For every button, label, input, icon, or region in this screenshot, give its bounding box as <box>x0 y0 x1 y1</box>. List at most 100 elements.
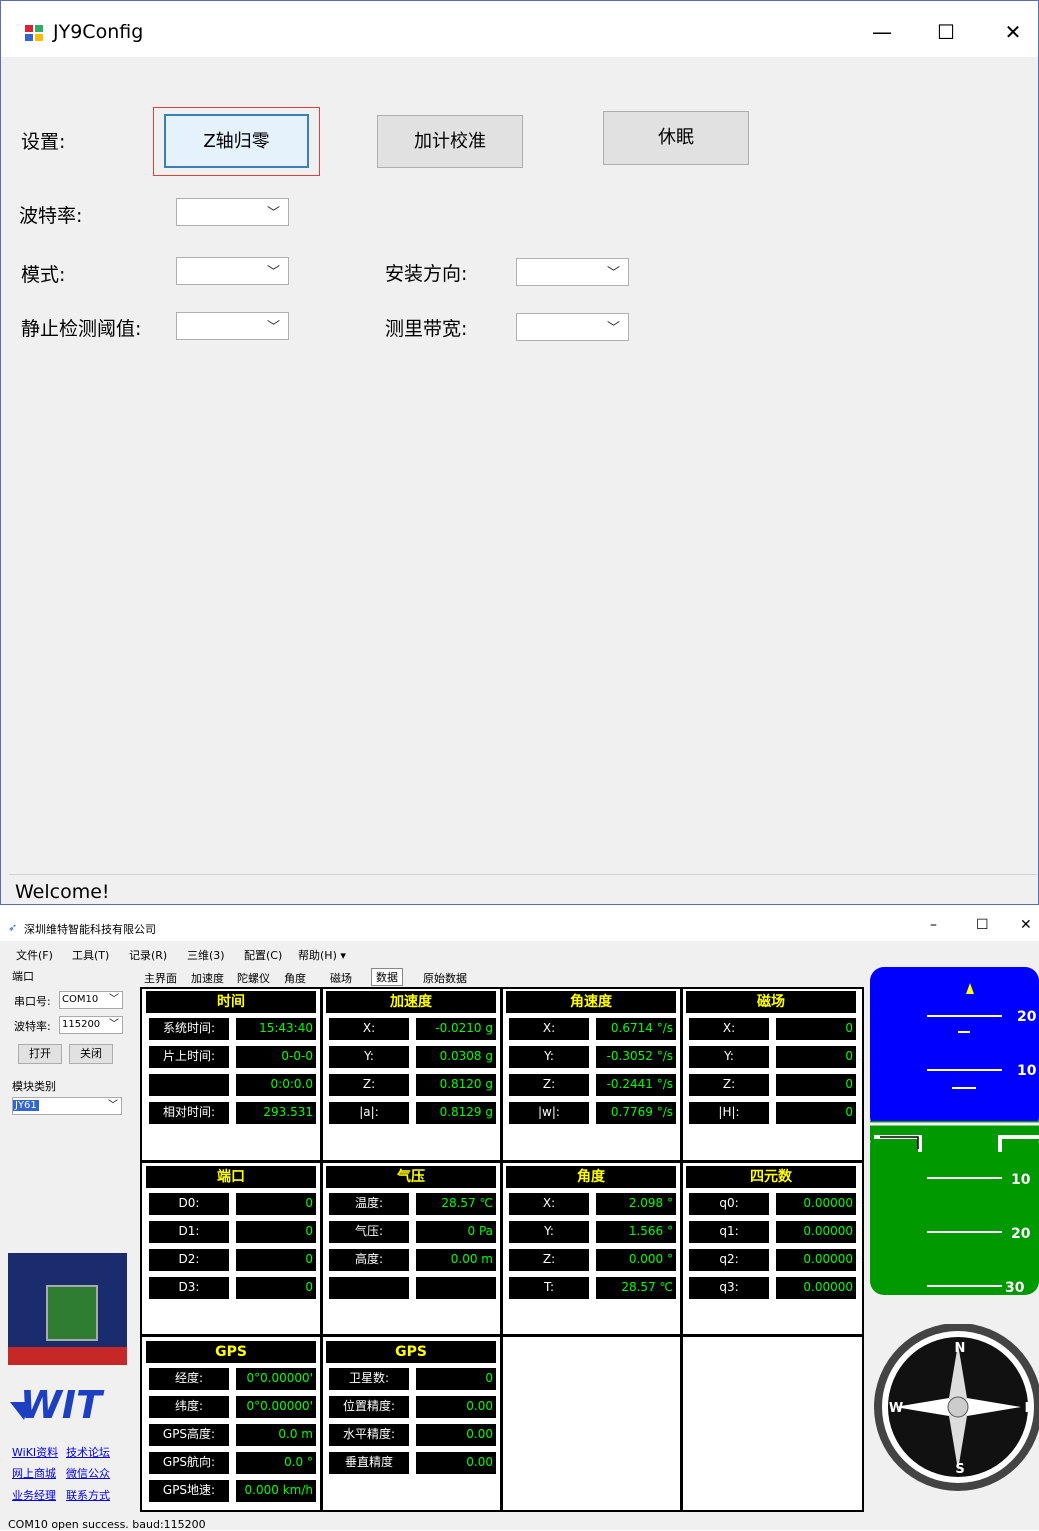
section-header-acc: 加速度 <box>326 991 496 1013</box>
field-label: Z: <box>689 1074 769 1096</box>
bandwidth-label: 测里带宽: <box>385 318 468 340</box>
field-value <box>416 1277 496 1299</box>
field-label: GPS地速: <box>149 1480 229 1502</box>
tab-gyro[interactable]: 陀螺仪 <box>237 970 270 986</box>
status-bar: COM10 open success. baud:115200 <box>8 1518 206 1531</box>
field-value: 0.8129 g <box>416 1102 496 1124</box>
tab-main[interactable]: 主界面 <box>144 970 177 986</box>
minimize-icon[interactable]: — <box>867 17 897 47</box>
field-value: 0 <box>776 1018 856 1040</box>
menu-help[interactable]: 帮助(H) ▾ <box>298 947 346 963</box>
wit-logo: WIT <box>10 1383 105 1420</box>
field-value: 0.000 km/h <box>236 1480 316 1502</box>
field-label: q1: <box>689 1221 769 1243</box>
link-forum[interactable]: 技术论坛 <box>66 1444 110 1460</box>
sleep-button[interactable]: 休眠 <box>603 111 749 165</box>
field-label: D2: <box>149 1249 229 1271</box>
compass-east: E <box>1025 1401 1034 1416</box>
data-grid: 时间 系统时间: 15:43:40 片上时间: 0-0-0 0:0:0.0 相对时间: 293… <box>140 987 864 1512</box>
section-header-port: 端口 <box>146 1166 316 1188</box>
field-label: |w|: <box>509 1102 589 1124</box>
baud-select[interactable]: 115200 ﹀ <box>59 1016 123 1034</box>
field-label: 水平精度: <box>329 1424 409 1446</box>
link-shop[interactable]: 网上商城 <box>12 1465 56 1481</box>
field-label: |H|: <box>689 1102 769 1124</box>
mode-select[interactable]: ﹀ <box>176 257 289 285</box>
pitch-label: 30 <box>1005 1280 1025 1295</box>
compass-north: N <box>955 1341 966 1356</box>
port-select[interactable]: COM10 ﹀ <box>59 991 123 1009</box>
static-threshold-select[interactable]: ﹀ <box>176 312 289 340</box>
tab-angle[interactable]: 角度 <box>284 970 306 986</box>
field-value: 1.566 ° <box>596 1221 676 1243</box>
window-title: 深圳维特智能科技有限公司 <box>24 923 156 936</box>
field-label: X: <box>509 1193 589 1215</box>
chevron-down-icon: ﹀ <box>266 206 280 221</box>
svg-text:WIT: WIT <box>20 1383 105 1420</box>
open-button[interactable]: 打开 <box>18 1044 62 1064</box>
module-select[interactable]: JY61 ﹀ <box>12 1097 122 1115</box>
field-value: 0 <box>776 1074 856 1096</box>
tab-acc[interactable]: 加速度 <box>191 970 224 986</box>
field-label: q0: <box>689 1193 769 1215</box>
chevron-down-icon: ﹀ <box>266 320 280 335</box>
section-header-pressure: 气压 <box>326 1166 496 1188</box>
menu-file[interactable]: 文件(F) <box>16 947 53 963</box>
link-manager[interactable]: 业务经理 <box>12 1487 56 1503</box>
field-value: 0 <box>776 1102 856 1124</box>
column-divider <box>320 989 323 1510</box>
mode-label: 模式: <box>21 264 66 286</box>
close-port-button[interactable]: 关闭 <box>69 1044 113 1064</box>
install-direction-select[interactable]: ﹀ <box>516 258 629 286</box>
chevron-down-icon: ﹀ <box>109 1019 119 1030</box>
tab-mag[interactable]: 磁场 <box>330 970 352 986</box>
link-wiki[interactable]: WiKI资料 <box>12 1444 58 1460</box>
field-label: D0: <box>149 1193 229 1215</box>
menu-record[interactable]: 记录(R) <box>129 947 167 963</box>
pitch-label: 20 <box>1011 1226 1031 1242</box>
field-label: Y: <box>329 1046 409 1068</box>
chevron-down-icon: ﹀ <box>108 1100 118 1111</box>
close-icon[interactable]: ✕ <box>1020 917 1032 933</box>
acc-calibrate-button[interactable]: 加计校准 <box>377 115 523 168</box>
ad-banner <box>8 1347 127 1365</box>
field-value: -0.3052 °/s <box>596 1046 676 1068</box>
z-axis-zero-button[interactable]: Z轴归零 <box>164 114 309 168</box>
product-image <box>8 1253 127 1365</box>
port-label: 串口号: <box>14 995 51 1008</box>
tab-data[interactable]: 数据 <box>371 968 403 986</box>
menu-3d[interactable]: 三维(3) <box>187 947 225 963</box>
minimize-icon[interactable]: – <box>930 917 937 933</box>
maximize-icon[interactable]: ☐ <box>976 917 989 933</box>
baud-select[interactable]: ﹀ <box>176 198 289 226</box>
link-contact[interactable]: 联系方式 <box>66 1487 110 1503</box>
bandwidth-select[interactable]: ﹀ <box>516 313 629 341</box>
field-label: 位置精度: <box>329 1396 409 1418</box>
field-value: 0 <box>776 1046 856 1068</box>
field-value: 28.57 ℃ <box>596 1277 676 1299</box>
field-value: 0:0:0.0 <box>236 1074 316 1096</box>
field-value: 0°0.00000' <box>236 1368 316 1390</box>
field-value: 2.098 ° <box>596 1193 676 1215</box>
tab-raw[interactable]: 原始数据 <box>423 970 467 986</box>
field-label: q3: <box>689 1277 769 1299</box>
install-direction-label: 安装方向: <box>385 263 468 285</box>
field-label: D1: <box>149 1221 229 1243</box>
field-value: 0.7769 °/s <box>596 1102 676 1124</box>
section-header-gps1: GPS <box>146 1341 316 1363</box>
field-label: Y: <box>509 1221 589 1243</box>
field-value: 0 Pa <box>416 1221 496 1243</box>
menu-tools[interactable]: 工具(T) <box>72 947 109 963</box>
maximize-icon[interactable]: ☐ <box>931 17 961 47</box>
field-value: 0 <box>416 1368 496 1390</box>
pitch-label: 10 <box>1011 1172 1031 1188</box>
field-label: D3: <box>149 1277 229 1299</box>
port-group-label: 端口 <box>12 970 34 983</box>
status-bar: Welcome! <box>9 874 1037 904</box>
field-value: 0.00000 <box>776 1193 856 1215</box>
link-wechat[interactable]: 微信公众 <box>66 1465 110 1481</box>
chevron-down-icon: ﹀ <box>266 265 280 280</box>
field-label: GPS航向: <box>149 1452 229 1474</box>
menu-config[interactable]: 配置(C) <box>244 947 282 963</box>
close-icon[interactable]: ✕ <box>998 17 1028 47</box>
